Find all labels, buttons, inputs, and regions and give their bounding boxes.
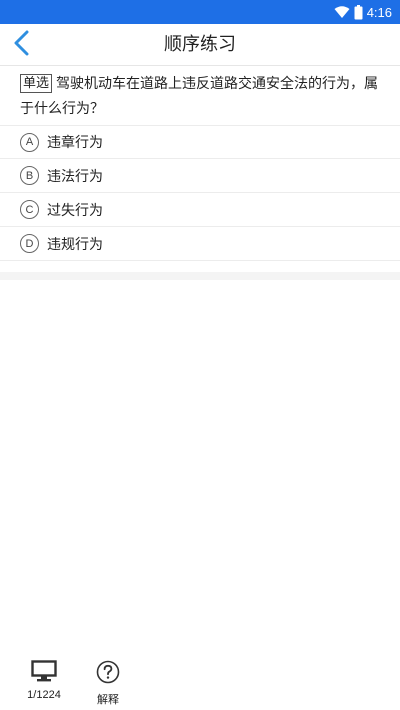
wifi-icon xyxy=(334,5,350,19)
battery-icon xyxy=(354,4,363,20)
nav-bar: 顺序练习 xyxy=(0,24,400,66)
option-a[interactable]: A 违章行为 xyxy=(0,125,400,159)
option-text: 违法行为 xyxy=(47,168,103,185)
bottom-bar: 1/1224 解释 xyxy=(0,656,400,710)
explain-button[interactable]: 解释 xyxy=(83,660,133,707)
option-b[interactable]: B 违法行为 xyxy=(0,159,400,193)
section-divider xyxy=(0,272,400,280)
question-text: 驾驶机动车在道路上违反道路交通安全法的行为，属于什么行为？ xyxy=(20,76,379,117)
option-text: 过失行为 xyxy=(47,202,103,219)
option-letter: A xyxy=(20,132,39,152)
monitor-icon xyxy=(31,660,57,686)
back-button[interactable] xyxy=(6,28,38,62)
question: 单选 驾驶机动车在道路上违反道路交通安全法的行为，属于什么行为？ xyxy=(20,72,380,122)
progress-button[interactable]: 1/1224 xyxy=(19,660,69,701)
option-letter: B xyxy=(20,166,39,185)
option-text: 违章行为 xyxy=(47,135,103,151)
option-text: 违规行为 xyxy=(47,236,103,253)
option-letter: C xyxy=(20,200,39,219)
chevron-left-icon xyxy=(13,30,31,60)
option-c[interactable]: C 过失行为 xyxy=(0,193,400,227)
page-title: 顺序练习 xyxy=(164,34,236,55)
option-letter: D xyxy=(20,234,39,253)
help-circle-icon xyxy=(96,660,120,688)
status-icons: 4:16 xyxy=(334,3,392,21)
status-time: 4:16 xyxy=(366,4,392,20)
question-type-tag: 单选 xyxy=(20,74,53,93)
status-bar: 4:16 xyxy=(0,0,400,24)
option-d[interactable]: D 违规行为 xyxy=(0,227,400,261)
options-list: A 违章行为 B 违法行为 C 过失行为 D 违规行为 xyxy=(0,125,400,261)
explain-label: 解释 xyxy=(97,694,119,706)
progress-label: 1/1224 xyxy=(27,689,61,701)
